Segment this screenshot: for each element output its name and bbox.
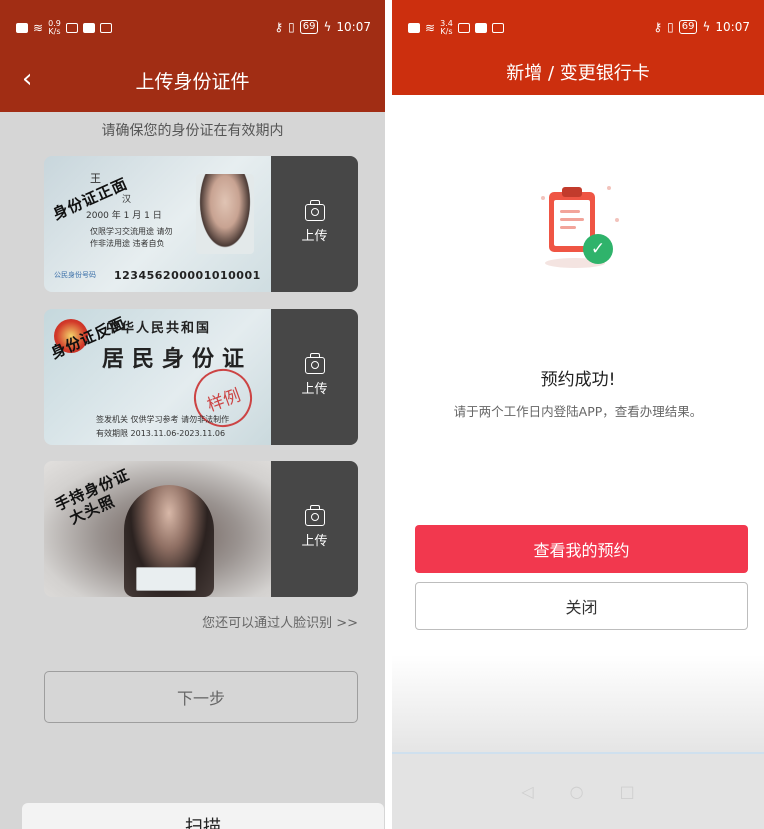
card-title: 居民身份证 [102, 347, 253, 372]
header-bar: ≋ 0.9 K/s ⚷ ▯ 69 ϟ 10:07 ‹ 上传身份证件 [0, 0, 385, 112]
check-icon: ✓ [583, 234, 613, 264]
network-speed: 3.4 K/s [440, 19, 453, 36]
id-back-card[interactable]: 身份证反面 中华人民共和国 居民身份证 样例 签发机关 仅供学习参考 请勿非法制… [44, 309, 358, 445]
charging-icon: ϟ [702, 20, 711, 34]
issuing-authority: 签发机关 仅供学习参考 请勿非法制作 [96, 415, 230, 424]
nav-row: ‹ 上传身份证件 [0, 60, 385, 100]
close-button[interactable]: 关闭 [415, 582, 748, 630]
scan-action-sheet-item[interactable]: 扫描 [22, 803, 384, 829]
ethnicity-value: 汉 [122, 195, 132, 205]
nav-row: 新增 / 变更银行卡 [392, 52, 764, 92]
home-nav-icon[interactable]: ○ [570, 782, 584, 801]
page-title: 新增 / 变更银行卡 [506, 63, 650, 84]
id-front-card[interactable]: 身份证正面 王 汉 2000 年 1 月 1 日 仅限学习交流用途 请勿 作非法… [44, 156, 358, 292]
network-speed: 0.9 K/s [48, 19, 61, 36]
recent-nav-icon[interactable]: □ [620, 782, 635, 801]
clipboard-check-icon: ✓ [537, 178, 623, 274]
vibrate-icon: ▯ [288, 20, 295, 34]
success-subtitle: 请于两个工作日内登陆APP，查看办理结果。 [453, 404, 703, 419]
page-title: 上传身份证件 [135, 70, 250, 93]
app-icon [65, 23, 78, 33]
status-bar: ≋ 0.9 K/s ⚷ ▯ 69 ϟ 10:07 [0, 0, 385, 52]
screen-divider [385, 0, 392, 829]
wifi-icon: ≋ [33, 21, 44, 35]
bottom-fade [392, 655, 764, 752]
app-icon [457, 23, 470, 33]
birth-date: 2000 年 1 月 1 日 [86, 211, 162, 221]
upload-button[interactable]: 上传 [271, 461, 358, 597]
system-nav-bar: ◁ ○ □ [392, 754, 764, 829]
success-title: 预约成功! [540, 370, 616, 390]
vibrate-icon: ▯ [667, 20, 674, 34]
upload-label: 上传 [301, 534, 328, 549]
back-nav-icon[interactable]: ◁ [521, 782, 533, 801]
id-holding-card[interactable]: 手持身份证 大头照 上传 [44, 461, 358, 597]
app-icon [491, 23, 504, 33]
key-icon: ⚷ [274, 20, 284, 34]
clock-time: 10:07 [715, 20, 750, 34]
id-back-sample-image: 身份证反面 中华人民共和国 居民身份证 样例 签发机关 仅供学习参考 请勿非法制… [44, 309, 271, 445]
held-id-card [136, 567, 196, 591]
clock-time: 10:07 [336, 20, 371, 34]
upload-label: 上传 [301, 382, 328, 397]
wifi-icon: ≋ [425, 21, 436, 35]
holding-id-sample-image: 手持身份证 大头照 [44, 461, 271, 597]
battery-indicator: 69 [678, 20, 698, 34]
status-bar: ≋ 3.4 K/s ⚷ ▯ 69 ϟ 10:07 [392, 0, 764, 52]
chevron-left-icon[interactable]: ‹ [22, 66, 32, 92]
appointment-success-screen: ≋ 3.4 K/s ⚷ ▯ 69 ϟ 10:07 新增 / 变更银行卡 ✓ 预约… [392, 0, 764, 829]
portrait-photo [196, 174, 254, 254]
name-value: 王 [90, 172, 101, 185]
id-front-sample-image: 身份证正面 王 汉 2000 年 1 月 1 日 仅限学习交流用途 请勿 作非法… [44, 156, 271, 292]
next-step-button[interactable]: 下一步 [44, 671, 358, 723]
upload-id-screen: ≋ 0.9 K/s ⚷ ▯ 69 ϟ 10:07 ‹ 上传身份证件 请确保您的身份… [0, 0, 385, 829]
face-recognition-link[interactable]: 您还可以通过人脸识别 >> [202, 612, 358, 631]
video-icon [474, 23, 487, 33]
id-number-label: 公民身份号码 [54, 271, 96, 279]
video-icon [82, 23, 95, 33]
header-bar: ≋ 3.4 K/s ⚷ ▯ 69 ϟ 10:07 新增 / 变更银行卡 [392, 0, 764, 95]
id-number: 123456200001010001 [114, 269, 261, 282]
upload-button[interactable]: 上传 [271, 156, 358, 292]
camera-icon [304, 505, 325, 526]
app-icon [99, 23, 112, 33]
upload-label: 上传 [301, 229, 328, 244]
validity-period: 有效期限 2013.11.06-2023.11.06 [96, 429, 226, 438]
camera-icon [304, 200, 325, 221]
address-line-1: 仅限学习交流用途 请勿 [90, 227, 173, 236]
key-icon: ⚷ [653, 20, 663, 34]
notification-icon [16, 23, 28, 33]
validity-hint: 请确保您的身份证在有效期内 [101, 123, 284, 139]
upload-button[interactable]: 上传 [271, 309, 358, 445]
country-name: 中华人民共和国 [106, 321, 212, 336]
charging-icon: ϟ [323, 20, 332, 34]
battery-indicator: 69 [299, 20, 319, 34]
view-my-appointment-button[interactable]: 查看我的预约 [415, 525, 748, 573]
address-line-2: 作非法用途 违者自负 [90, 239, 165, 248]
camera-icon [304, 353, 325, 374]
notification-icon [408, 23, 420, 33]
